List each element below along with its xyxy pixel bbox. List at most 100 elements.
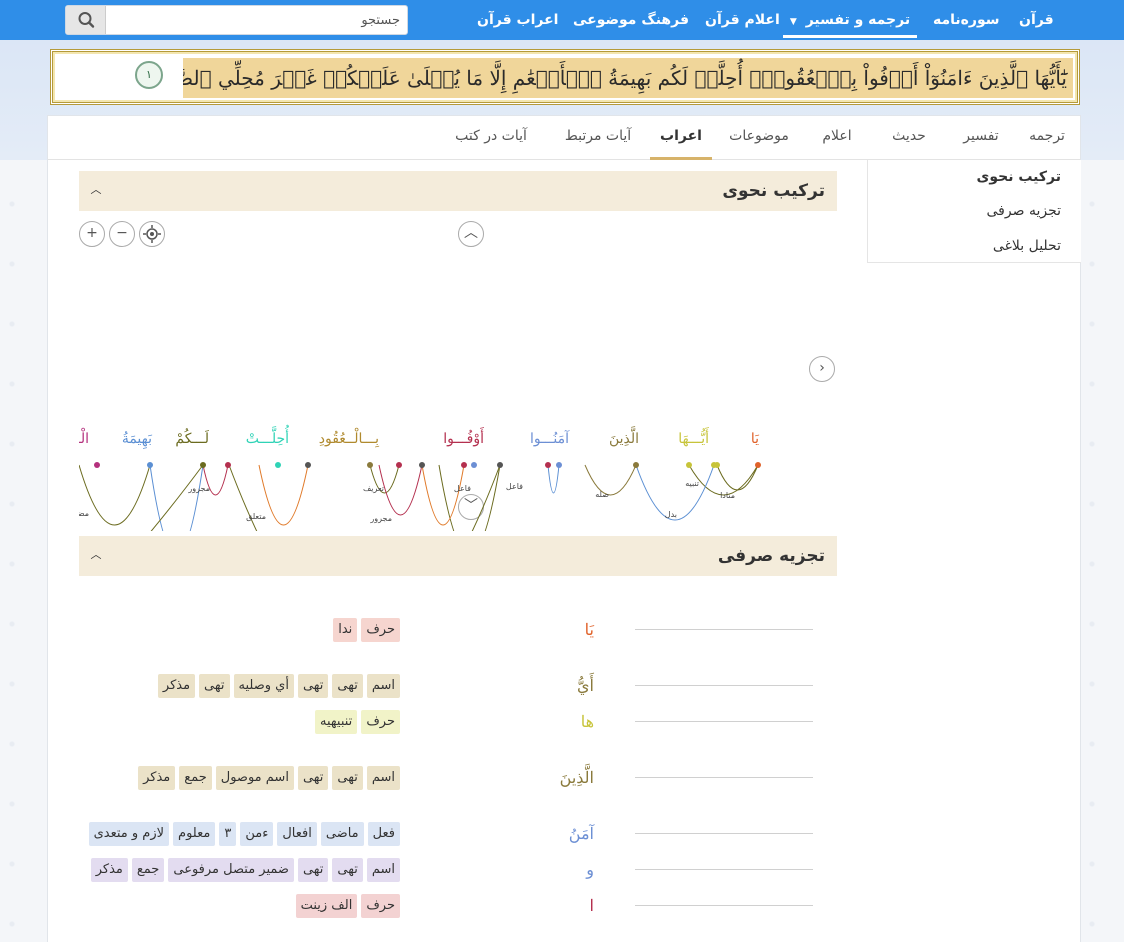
morph-word: ا bbox=[589, 896, 594, 915]
morph-word: و bbox=[586, 860, 594, 879]
diagram-words: يَا أَيُّـــهَا الَّذِينَ آمَنُـــوا أَوْفُـ… bbox=[79, 424, 760, 449]
diagram-node bbox=[419, 462, 425, 468]
morph-row: أَيُّ اسم تهی تهی أي وصليه تهی مذکر bbox=[48, 674, 848, 698]
diagram-node bbox=[545, 462, 551, 468]
tab-topics[interactable]: موضوعات bbox=[720, 116, 798, 160]
tab-hadith[interactable]: حدیث bbox=[880, 116, 938, 160]
syntax-section-header[interactable]: ترکیب نحوی ︿ bbox=[79, 171, 837, 211]
morph-chip: تنبیهیه bbox=[315, 710, 358, 734]
diagram-relation-label: فاعل bbox=[506, 482, 523, 491]
recenter-button[interactable] bbox=[139, 221, 165, 247]
morph-row: الَّذِينَ اسم تهی تهی اسم موصول جمع مذکر bbox=[48, 766, 848, 790]
tab-figures[interactable]: اعلام bbox=[808, 116, 866, 160]
morph-chip-list: اسم تهی تهی اسم موصول جمع مذکر bbox=[138, 766, 400, 790]
morph-chip: فعل bbox=[367, 822, 400, 846]
morph-word: آمَنُ bbox=[568, 824, 594, 843]
morph-connector-line bbox=[635, 721, 813, 722]
nav-translation-tafsir-label: ترجمه و تفسیر bbox=[805, 12, 911, 28]
tab-related-verses[interactable]: آیات مرتبط bbox=[558, 116, 638, 160]
tab-verses-in-books[interactable]: آیات در کتب bbox=[446, 116, 536, 160]
diagram-relation-label: مجرور bbox=[187, 484, 210, 493]
nav-quran-syntax[interactable]: اعراب قرآن bbox=[477, 0, 558, 40]
diagram-node bbox=[396, 462, 402, 468]
chevron-up-icon: ︿ bbox=[464, 225, 478, 241]
search-button[interactable] bbox=[66, 6, 106, 34]
diagram-arc bbox=[547, 464, 560, 494]
morph-chip-list: اسم تهی تهی أي وصليه تهی مذکر bbox=[157, 674, 400, 698]
morph-chip: حرف bbox=[361, 894, 400, 918]
morph-connector-line bbox=[635, 777, 813, 778]
diagram-arc bbox=[716, 464, 759, 491]
morph-section-header[interactable]: تجزیه صرفی ︿ bbox=[79, 536, 837, 576]
diagram-relation-label: متعلق bbox=[246, 512, 266, 521]
nav-quran-figures[interactable]: اعلام قرآن bbox=[705, 0, 780, 40]
diagram-arc bbox=[421, 464, 465, 526]
nav-surah-list[interactable]: سوره‌نامه bbox=[933, 0, 1000, 40]
zoom-in-button[interactable]: + bbox=[79, 221, 105, 247]
diagram-relation-label: تعریف bbox=[363, 484, 384, 493]
morph-chip: ۳ bbox=[219, 822, 237, 846]
diagram-word: آمَنُـــوا bbox=[530, 429, 570, 447]
diagram-relation-label: فاعل bbox=[454, 484, 471, 493]
morph-row: ا حرف الف زینت bbox=[48, 894, 848, 918]
morph-chip: ماضی bbox=[320, 822, 364, 846]
tab-translation[interactable]: ترجمه bbox=[1018, 116, 1076, 160]
nav-translation-tafsir[interactable]: ترجمه و تفسیر ▼ bbox=[783, 0, 917, 38]
search-icon bbox=[78, 12, 95, 28]
chevron-up-icon[interactable]: ︿ bbox=[89, 183, 103, 197]
diagram-word: بَهِيمَةُ bbox=[122, 431, 153, 449]
diagram-arc bbox=[228, 464, 501, 531]
morph-chip-list: حرف تنبیهیه bbox=[315, 710, 400, 734]
diagram-node bbox=[147, 462, 153, 468]
tab-tafsir[interactable]: تفسیر bbox=[952, 116, 1010, 160]
nav-topic-dictionary[interactable]: فرهنگ موضوعی bbox=[573, 0, 689, 40]
top-nav: قرآن سوره‌نامه ترجمه و تفسیر ▼ اعلام قرآ… bbox=[0, 0, 1124, 40]
morph-chip: افعال bbox=[277, 822, 317, 846]
morph-chip: اسم bbox=[366, 674, 400, 698]
morph-chip: تهی bbox=[332, 858, 363, 882]
diagram-node bbox=[471, 462, 477, 468]
zoom-out-button[interactable]: − bbox=[109, 221, 135, 247]
pan-up-button[interactable]: ︿ bbox=[458, 221, 484, 247]
side-item-rhetoric[interactable]: تحلیل بلاغی bbox=[993, 238, 1061, 254]
diagram-arc bbox=[150, 464, 204, 531]
morph-chip: تهی bbox=[332, 674, 363, 698]
diagram-arc bbox=[258, 464, 309, 526]
morph-chip: اسم bbox=[366, 858, 400, 882]
nav-quran[interactable]: قرآن bbox=[1019, 0, 1054, 40]
diagram-relation-label: صله bbox=[595, 490, 609, 499]
morph-connector-line bbox=[635, 629, 813, 630]
side-item-morphology[interactable]: تجزیه صرفی bbox=[987, 203, 1061, 219]
morph-chip: حرف bbox=[361, 710, 400, 734]
morph-chip: اسم bbox=[366, 766, 400, 790]
syntax-diagram[interactable]: يَا أَيُّـــهَا الَّذِينَ آمَنُـــوا أَوْفُـ… bbox=[79, 291, 837, 531]
diagram-arc bbox=[79, 464, 151, 526]
morph-chip: الف زینت bbox=[295, 894, 358, 918]
diagram-word: لَـــكُمْ bbox=[175, 428, 209, 447]
morph-section-title: تجزیه صرفی bbox=[717, 546, 825, 566]
diagram-word: بِـــالْــعُقُودِ bbox=[319, 427, 380, 447]
tab-syntax[interactable]: اعراب bbox=[650, 116, 712, 160]
morph-connector-line bbox=[635, 833, 813, 834]
diagram-node bbox=[200, 462, 206, 468]
morph-word: يَا bbox=[584, 620, 594, 639]
diagram-word: يَا bbox=[751, 431, 760, 447]
diagram-word: أُحِلَّـــتْ bbox=[246, 424, 290, 447]
morph-row: و اسم تهی تهی ضمیر متصل مرفوعی جمع مذکر bbox=[48, 858, 848, 882]
diagram-node bbox=[305, 462, 311, 468]
diagram-word: أَيُّـــهَا bbox=[678, 427, 709, 447]
side-item-syntax[interactable]: ترکیب نحوی bbox=[977, 169, 1061, 185]
morph-chip: تهی bbox=[297, 858, 329, 882]
morph-connector-line bbox=[635, 685, 813, 686]
tab-bar: ترجمه تفسیر حدیث اعلام موضوعات اعراب آیا… bbox=[48, 116, 1080, 160]
morph-chip: ءمن bbox=[240, 822, 274, 846]
search-input[interactable] bbox=[108, 6, 406, 34]
diagram-word: الَّذِينَ bbox=[609, 426, 639, 447]
chevron-up-icon[interactable]: ︿ bbox=[89, 548, 103, 562]
diagram-word: الْـــ bbox=[79, 427, 89, 447]
main-card: ترجمه تفسیر حدیث اعلام موضوعات اعراب آیا… bbox=[47, 115, 1081, 942]
diagram-node bbox=[367, 462, 373, 468]
diagram-arc bbox=[584, 464, 637, 496]
diagram-node bbox=[94, 462, 100, 468]
syntax-section-title: ترکیب نحوی bbox=[722, 181, 825, 201]
